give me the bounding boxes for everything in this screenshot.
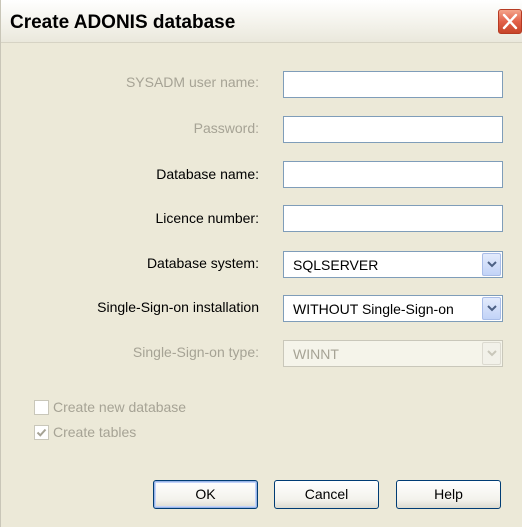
sso-installation-label: Single-Sign-on installation [97, 299, 259, 315]
database-name-field[interactable] [283, 161, 503, 188]
create-new-database-label: Create new database [53, 399, 187, 415]
title-bar[interactable]: Create ADONIS database [1, 0, 522, 43]
create-tables-label: Create tables [53, 424, 137, 440]
close-icon [502, 13, 518, 30]
sysadm-user-label: SYSADM user name: [125, 74, 259, 90]
create-new-database-checkbox-box[interactable] [34, 400, 49, 415]
chevron-down-icon [487, 350, 497, 357]
sso-type-value: WINNT [293, 346, 339, 362]
sso-installation-dropdown-button[interactable] [482, 297, 501, 320]
database-system-dropdown-button[interactable] [482, 253, 501, 276]
licence-number-label: Licence number: [155, 210, 259, 226]
cancel-button[interactable]: Cancel [274, 480, 379, 509]
database-system-value: SQLSERVER [293, 257, 379, 273]
sso-installation-value: WITHOUT Single-Sign-on [293, 301, 454, 317]
create-tables-checkbox-box[interactable] [34, 425, 49, 440]
password-field[interactable] [283, 116, 503, 143]
dialog-title: Create ADONIS database [10, 12, 236, 33]
chevron-down-icon [487, 261, 497, 268]
ok-button[interactable]: OK [153, 480, 258, 509]
password-label: Password: [193, 120, 259, 136]
sso-type-dropdown[interactable]: WINNT [283, 340, 503, 367]
database-system-label: Database system: [146, 255, 259, 271]
close-button[interactable] [498, 9, 522, 34]
sso-type-dropdown-button[interactable] [482, 342, 501, 365]
sso-installation-dropdown[interactable]: WITHOUT Single-Sign-on [283, 295, 503, 322]
create-database-dialog: Create ADONIS database SYSADM user name:… [0, 0, 522, 527]
checkmark-icon [36, 428, 47, 437]
help-button[interactable]: Help [396, 480, 501, 509]
database-name-label: Database name: [156, 166, 259, 182]
chevron-down-icon [487, 305, 497, 312]
database-system-dropdown[interactable]: SQLSERVER [283, 251, 503, 278]
licence-number-field[interactable] [283, 205, 503, 232]
sysadm-user-field[interactable] [283, 71, 503, 98]
sso-type-label: Single-Sign-on type: [132, 344, 259, 360]
